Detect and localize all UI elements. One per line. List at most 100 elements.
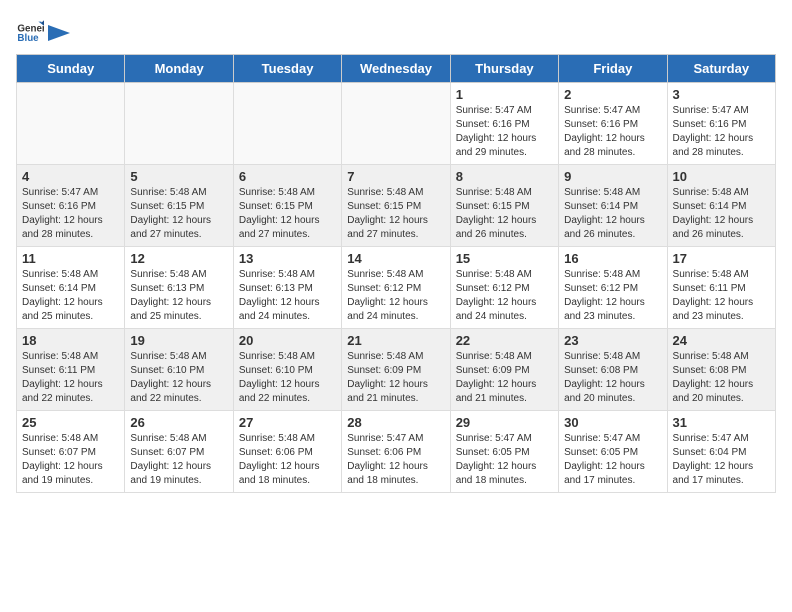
- day-number: 23: [564, 333, 661, 348]
- day-info: Sunrise: 5:47 AM Sunset: 6:16 PM Dayligh…: [673, 104, 770, 160]
- calendar-day-cell: [342, 83, 450, 165]
- day-number: 4: [22, 169, 119, 184]
- logo-icon: General Blue: [16, 16, 44, 44]
- day-info: Sunrise: 5:48 AM Sunset: 6:14 PM Dayligh…: [22, 268, 119, 324]
- day-number: 16: [564, 251, 661, 266]
- day-number: 8: [456, 169, 553, 184]
- day-number: 28: [347, 415, 444, 430]
- day-of-week-header: Saturday: [667, 55, 775, 83]
- calendar-week-row: 11 Sunrise: 5:48 AM Sunset: 6:14 PM Dayli…: [17, 247, 776, 329]
- day-number: 24: [673, 333, 770, 348]
- day-info: Sunrise: 5:48 AM Sunset: 6:09 PM Dayligh…: [347, 350, 444, 406]
- calendar-day-cell: 3Sunrise: 5:47 AM Sunset: 6:16 PM Daylig…: [667, 83, 775, 165]
- day-number: 12: [130, 251, 227, 266]
- day-info: Sunrise: 5:48 AM Sunset: 6:11 PM Dayligh…: [22, 350, 119, 406]
- logo-arrow-icon: [48, 25, 70, 41]
- calendar-day-cell: 22Sunrise: 5:48 AM Sunset: 6:09 PM Dayli…: [450, 329, 558, 411]
- calendar-week-row: 1 Sunrise: 5:47 AM Sunset: 6:16 PM Daylig…: [17, 83, 776, 165]
- day-number: 13: [239, 251, 336, 266]
- day-info: Sunrise: 5:48 AM Sunset: 6:14 PM Dayligh…: [673, 186, 770, 242]
- day-info: Sunrise: 5:48 AM Sunset: 6:12 PM Dayligh…: [347, 268, 444, 324]
- calendar-day-cell: 16 Sunrise: 5:48 AM Sunset: 6:12 PM Dayli…: [559, 247, 667, 329]
- calendar-day-cell: 11 Sunrise: 5:48 AM Sunset: 6:14 PM Dayli…: [17, 247, 125, 329]
- calendar-day-cell: 5Sunrise: 5:48 AM Sunset: 6:15 PM Daylig…: [125, 165, 233, 247]
- page-header: General Blue: [16, 16, 776, 44]
- calendar-day-cell: 21 Sunrise: 5:48 AM Sunset: 6:09 PM Dayli…: [342, 329, 450, 411]
- day-number: 14: [347, 251, 444, 266]
- calendar-day-cell: [233, 83, 341, 165]
- calendar-day-cell: 12 Sunrise: 5:48 AM Sunset: 6:13 PM Dayli…: [125, 247, 233, 329]
- calendar-day-cell: 26 Sunrise: 5:48 AM Sunset: 6:07 PM Dayli…: [125, 411, 233, 493]
- day-number: 9: [564, 169, 661, 184]
- calendar-day-cell: 24 Sunrise: 5:48 AM Sunset: 6:08 PM Dayli…: [667, 329, 775, 411]
- day-number: 30: [564, 415, 661, 430]
- day-number: 26: [130, 415, 227, 430]
- day-info: Sunrise: 5:47 AM Sunset: 6:05 PM Dayligh…: [456, 432, 553, 488]
- calendar-header-row: SundayMondayTuesdayWednesdayThursdayFrid…: [17, 55, 776, 83]
- calendar-day-cell: 18Sunrise: 5:48 AM Sunset: 6:11 PM Dayli…: [17, 329, 125, 411]
- calendar-day-cell: 9 Sunrise: 5:48 AM Sunset: 6:14 PM Daylig…: [559, 165, 667, 247]
- day-info: Sunrise: 5:48 AM Sunset: 6:13 PM Dayligh…: [130, 268, 227, 324]
- calendar-week-row: 4 Sunrise: 5:47 AM Sunset: 6:16 PM Daylig…: [17, 165, 776, 247]
- day-info: Sunrise: 5:48 AM Sunset: 6:12 PM Dayligh…: [564, 268, 661, 324]
- day-number: 27: [239, 415, 336, 430]
- calendar-day-cell: 15 Sunrise: 5:48 AM Sunset: 6:12 PM Dayli…: [450, 247, 558, 329]
- day-info: Sunrise: 5:48 AM Sunset: 6:07 PM Dayligh…: [22, 432, 119, 488]
- day-info: Sunrise: 5:48 AM Sunset: 6:15 PM Dayligh…: [456, 186, 553, 242]
- day-info: Sunrise: 5:47 AM Sunset: 6:16 PM Dayligh…: [456, 104, 553, 160]
- calendar-day-cell: 17Sunrise: 5:48 AM Sunset: 6:11 PM Dayli…: [667, 247, 775, 329]
- day-info: Sunrise: 5:48 AM Sunset: 6:08 PM Dayligh…: [564, 350, 661, 406]
- calendar-day-cell: 1 Sunrise: 5:47 AM Sunset: 6:16 PM Daylig…: [450, 83, 558, 165]
- day-number: 20: [239, 333, 336, 348]
- calendar-day-cell: 28 Sunrise: 5:47 AM Sunset: 6:06 PM Dayli…: [342, 411, 450, 493]
- calendar-day-cell: 29 Sunrise: 5:47 AM Sunset: 6:05 PM Dayli…: [450, 411, 558, 493]
- day-info: Sunrise: 5:48 AM Sunset: 6:13 PM Dayligh…: [239, 268, 336, 324]
- logo: General Blue: [16, 16, 70, 44]
- calendar-day-cell: 8 Sunrise: 5:48 AM Sunset: 6:15 PM Daylig…: [450, 165, 558, 247]
- day-info: Sunrise: 5:47 AM Sunset: 6:06 PM Dayligh…: [347, 432, 444, 488]
- day-number: 7: [347, 169, 444, 184]
- day-number: 31: [673, 415, 770, 430]
- day-info: Sunrise: 5:47 AM Sunset: 6:16 PM Dayligh…: [22, 186, 119, 242]
- calendar-day-cell: 2Sunrise: 5:47 AM Sunset: 6:16 PM Daylig…: [559, 83, 667, 165]
- day-info: Sunrise: 5:48 AM Sunset: 6:06 PM Dayligh…: [239, 432, 336, 488]
- day-info: Sunrise: 5:48 AM Sunset: 6:08 PM Dayligh…: [673, 350, 770, 406]
- day-number: 21: [347, 333, 444, 348]
- day-info: Sunrise: 5:48 AM Sunset: 6:12 PM Dayligh…: [456, 268, 553, 324]
- day-of-week-header: Monday: [125, 55, 233, 83]
- day-info: Sunrise: 5:48 AM Sunset: 6:10 PM Dayligh…: [239, 350, 336, 406]
- day-info: Sunrise: 5:47 AM Sunset: 6:04 PM Dayligh…: [673, 432, 770, 488]
- day-number: 29: [456, 415, 553, 430]
- calendar-day-cell: 14 Sunrise: 5:48 AM Sunset: 6:12 PM Dayli…: [342, 247, 450, 329]
- day-number: 1: [456, 87, 553, 102]
- calendar-day-cell: 19Sunrise: 5:48 AM Sunset: 6:10 PM Dayli…: [125, 329, 233, 411]
- day-info: Sunrise: 5:48 AM Sunset: 6:11 PM Dayligh…: [673, 268, 770, 324]
- calendar-day-cell: 25 Sunrise: 5:48 AM Sunset: 6:07 PM Dayli…: [17, 411, 125, 493]
- day-of-week-header: Wednesday: [342, 55, 450, 83]
- day-info: Sunrise: 5:47 AM Sunset: 6:16 PM Dayligh…: [564, 104, 661, 160]
- calendar-week-row: 18Sunrise: 5:48 AM Sunset: 6:11 PM Dayli…: [17, 329, 776, 411]
- day-of-week-header: Sunday: [17, 55, 125, 83]
- svg-text:Blue: Blue: [17, 33, 39, 44]
- day-number: 10: [673, 169, 770, 184]
- day-number: 25: [22, 415, 119, 430]
- day-info: Sunrise: 5:47 AM Sunset: 6:05 PM Dayligh…: [564, 432, 661, 488]
- logo-text-area: [48, 25, 70, 35]
- day-info: Sunrise: 5:48 AM Sunset: 6:10 PM Dayligh…: [130, 350, 227, 406]
- calendar-table: SundayMondayTuesdayWednesdayThursdayFrid…: [16, 54, 776, 493]
- day-info: Sunrise: 5:48 AM Sunset: 6:09 PM Dayligh…: [456, 350, 553, 406]
- day-of-week-header: Friday: [559, 55, 667, 83]
- calendar-day-cell: 27 Sunrise: 5:48 AM Sunset: 6:06 PM Dayli…: [233, 411, 341, 493]
- day-number: 15: [456, 251, 553, 266]
- calendar-day-cell: [125, 83, 233, 165]
- day-info: Sunrise: 5:48 AM Sunset: 6:07 PM Dayligh…: [130, 432, 227, 488]
- calendar-day-cell: 7 Sunrise: 5:48 AM Sunset: 6:15 PM Daylig…: [342, 165, 450, 247]
- calendar-day-cell: 13 Sunrise: 5:48 AM Sunset: 6:13 PM Dayli…: [233, 247, 341, 329]
- day-number: 11: [22, 251, 119, 266]
- day-info: Sunrise: 5:48 AM Sunset: 6:15 PM Dayligh…: [347, 186, 444, 242]
- calendar-week-row: 25 Sunrise: 5:48 AM Sunset: 6:07 PM Dayli…: [17, 411, 776, 493]
- day-of-week-header: Thursday: [450, 55, 558, 83]
- day-info: Sunrise: 5:48 AM Sunset: 6:14 PM Dayligh…: [564, 186, 661, 242]
- day-info: Sunrise: 5:48 AM Sunset: 6:15 PM Dayligh…: [239, 186, 336, 242]
- calendar-day-cell: 20 Sunrise: 5:48 AM Sunset: 6:10 PM Dayli…: [233, 329, 341, 411]
